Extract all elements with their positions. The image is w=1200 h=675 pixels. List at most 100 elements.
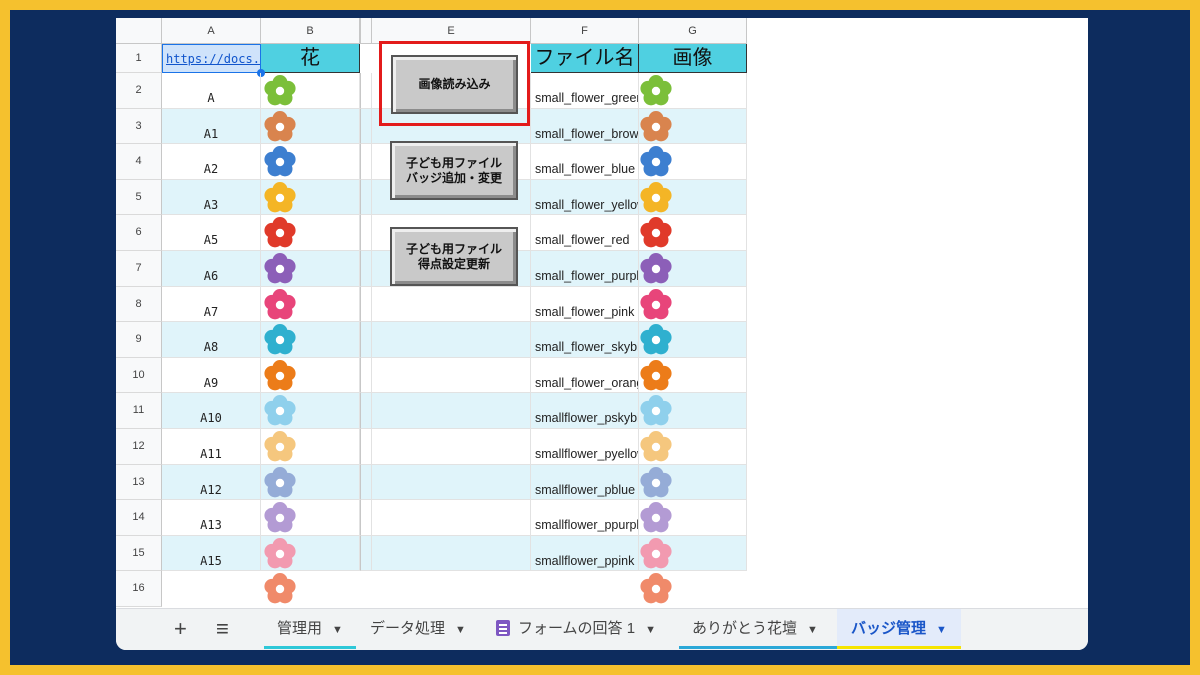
- table-cell[interactable]: [360, 464, 372, 501]
- row-header[interactable]: 8: [116, 286, 162, 323]
- table-cell[interactable]: [360, 73, 372, 109]
- table-cell[interactable]: A15: [162, 535, 261, 572]
- table-cell[interactable]: [372, 464, 531, 501]
- table-cell[interactable]: [360, 286, 372, 323]
- table-cell[interactable]: [360, 429, 372, 465]
- flower-icon: [640, 110, 672, 141]
- table-cell[interactable]: [372, 322, 531, 358]
- column-header-f[interactable]: F: [531, 18, 639, 44]
- header-flower[interactable]: 花: [261, 44, 360, 73]
- row-header[interactable]: 10: [116, 357, 162, 394]
- tab-badge-management[interactable]: バッジ管理 ▼: [837, 609, 961, 649]
- table-cell[interactable]: [360, 215, 372, 251]
- table-cell[interactable]: A5: [162, 215, 261, 251]
- table-cell[interactable]: [372, 429, 531, 465]
- table-cell[interactable]: small_flower_brown: [531, 108, 639, 145]
- table-cell[interactable]: A: [162, 73, 261, 109]
- row-header[interactable]: 3: [116, 108, 162, 145]
- chevron-down-icon[interactable]: ▼: [645, 624, 656, 636]
- table-cell[interactable]: smallflower_ppurple: [531, 500, 639, 536]
- table-cell[interactable]: [360, 357, 372, 394]
- table-cell[interactable]: A11: [162, 429, 261, 465]
- table-cell[interactable]: small_flower_red: [531, 215, 639, 251]
- table-cell[interactable]: A9: [162, 357, 261, 394]
- column-header-a[interactable]: A: [162, 18, 261, 44]
- header-filename[interactable]: ファイル名: [531, 44, 639, 73]
- row-header[interactable]: 11: [116, 393, 162, 429]
- row-header[interactable]: 6: [116, 215, 162, 251]
- frozen-divider[interactable]: [360, 18, 372, 44]
- table-cell[interactable]: small_flower_green: [531, 73, 639, 109]
- table-cell[interactable]: smallflower_ppink: [531, 535, 639, 572]
- flower-center: [275, 407, 285, 416]
- table-cell[interactable]: [372, 500, 531, 536]
- score-update-button[interactable]: 子ども用ファイル 得点設定更新: [390, 227, 518, 286]
- table-cell[interactable]: [360, 393, 372, 429]
- badge-button-line1: 子ども用ファイル: [405, 155, 502, 170]
- row-header[interactable]: 1: [116, 44, 162, 73]
- tab-form-responses[interactable]: フォームの回答 1 ▼: [496, 609, 656, 649]
- row-header[interactable]: 13: [116, 464, 162, 501]
- tab-data-processing-label: データ処理: [370, 620, 446, 637]
- table-cell[interactable]: [360, 322, 372, 358]
- header-image[interactable]: 画像: [639, 44, 747, 73]
- table-cell[interactable]: A2: [162, 144, 261, 180]
- tab-management[interactable]: 管理用 ▼: [264, 609, 356, 649]
- table-cell[interactable]: A8: [162, 322, 261, 358]
- table-cell[interactable]: [360, 108, 372, 145]
- row-header[interactable]: 16: [116, 571, 162, 607]
- row-header[interactable]: 9: [116, 322, 162, 358]
- chevron-down-icon[interactable]: ▼: [807, 624, 818, 636]
- add-sheet-button[interactable]: +: [174, 609, 187, 649]
- table-cell[interactable]: A3: [162, 179, 261, 216]
- table-cell[interactable]: [372, 393, 531, 429]
- row-header[interactable]: 14: [116, 500, 162, 536]
- table-cell[interactable]: [360, 535, 372, 572]
- row-header[interactable]: 7: [116, 251, 162, 287]
- table-cell[interactable]: smallflower_pblue: [531, 464, 639, 501]
- table-cell[interactable]: A10: [162, 393, 261, 429]
- table-cell[interactable]: smallflower_pskyblue: [531, 393, 639, 429]
- table-cell[interactable]: small_flower_purple: [531, 251, 639, 287]
- row-header[interactable]: 2: [116, 73, 162, 109]
- table-cell[interactable]: small_flower_yellow: [531, 179, 639, 216]
- table-cell[interactable]: [360, 179, 372, 216]
- load-images-button[interactable]: 画像読み込み: [391, 55, 518, 114]
- url-cell[interactable]: https://docs.google.com: [162, 44, 261, 73]
- flower-center: [275, 264, 285, 274]
- table-cell[interactable]: A12: [162, 464, 261, 501]
- table-cell[interactable]: [372, 286, 531, 323]
- table-cell[interactable]: [372, 535, 531, 572]
- tab-data-processing[interactable]: データ処理 ▼: [360, 609, 466, 649]
- chevron-down-icon[interactable]: ▼: [332, 624, 343, 636]
- table-cell[interactable]: [372, 357, 531, 394]
- table-cell[interactable]: A1: [162, 108, 261, 145]
- badge-add-change-button[interactable]: 子ども用ファイル バッジ追加・変更: [390, 141, 518, 200]
- all-sheets-button[interactable]: ≡: [216, 609, 229, 649]
- column-header-g[interactable]: G: [639, 18, 747, 44]
- row-header[interactable]: 12: [116, 429, 162, 465]
- table-cell[interactable]: smallflower_pyellow: [531, 429, 639, 465]
- table-cell[interactable]: [360, 144, 372, 180]
- table-cell[interactable]: A7: [162, 286, 261, 323]
- table-cell[interactable]: A13: [162, 500, 261, 536]
- flower-center: [275, 122, 285, 131]
- table-cell[interactable]: small_flower_blue: [531, 144, 639, 180]
- flower-center: [651, 122, 661, 131]
- flower-icon: [264, 395, 296, 426]
- table-cell[interactable]: A6: [162, 251, 261, 287]
- table-cell[interactable]: small_flower_pink: [531, 286, 639, 323]
- table-cell[interactable]: small_flower_skyblue: [531, 322, 639, 358]
- table-cell[interactable]: small_flower_orange: [531, 357, 639, 394]
- table-cell[interactable]: [360, 251, 372, 287]
- row-header[interactable]: 4: [116, 144, 162, 180]
- select-all-corner[interactable]: [116, 18, 162, 44]
- chevron-down-icon[interactable]: ▼: [936, 624, 947, 636]
- flower-icon: [640, 359, 672, 391]
- row-header[interactable]: 15: [116, 535, 162, 572]
- row-header[interactable]: 5: [116, 179, 162, 216]
- chevron-down-icon[interactable]: ▼: [455, 624, 466, 636]
- tab-thank-you-garden[interactable]: ありがとう花壇 ▼: [679, 609, 837, 649]
- column-header-b[interactable]: B: [261, 18, 360, 44]
- table-cell[interactable]: [360, 500, 372, 536]
